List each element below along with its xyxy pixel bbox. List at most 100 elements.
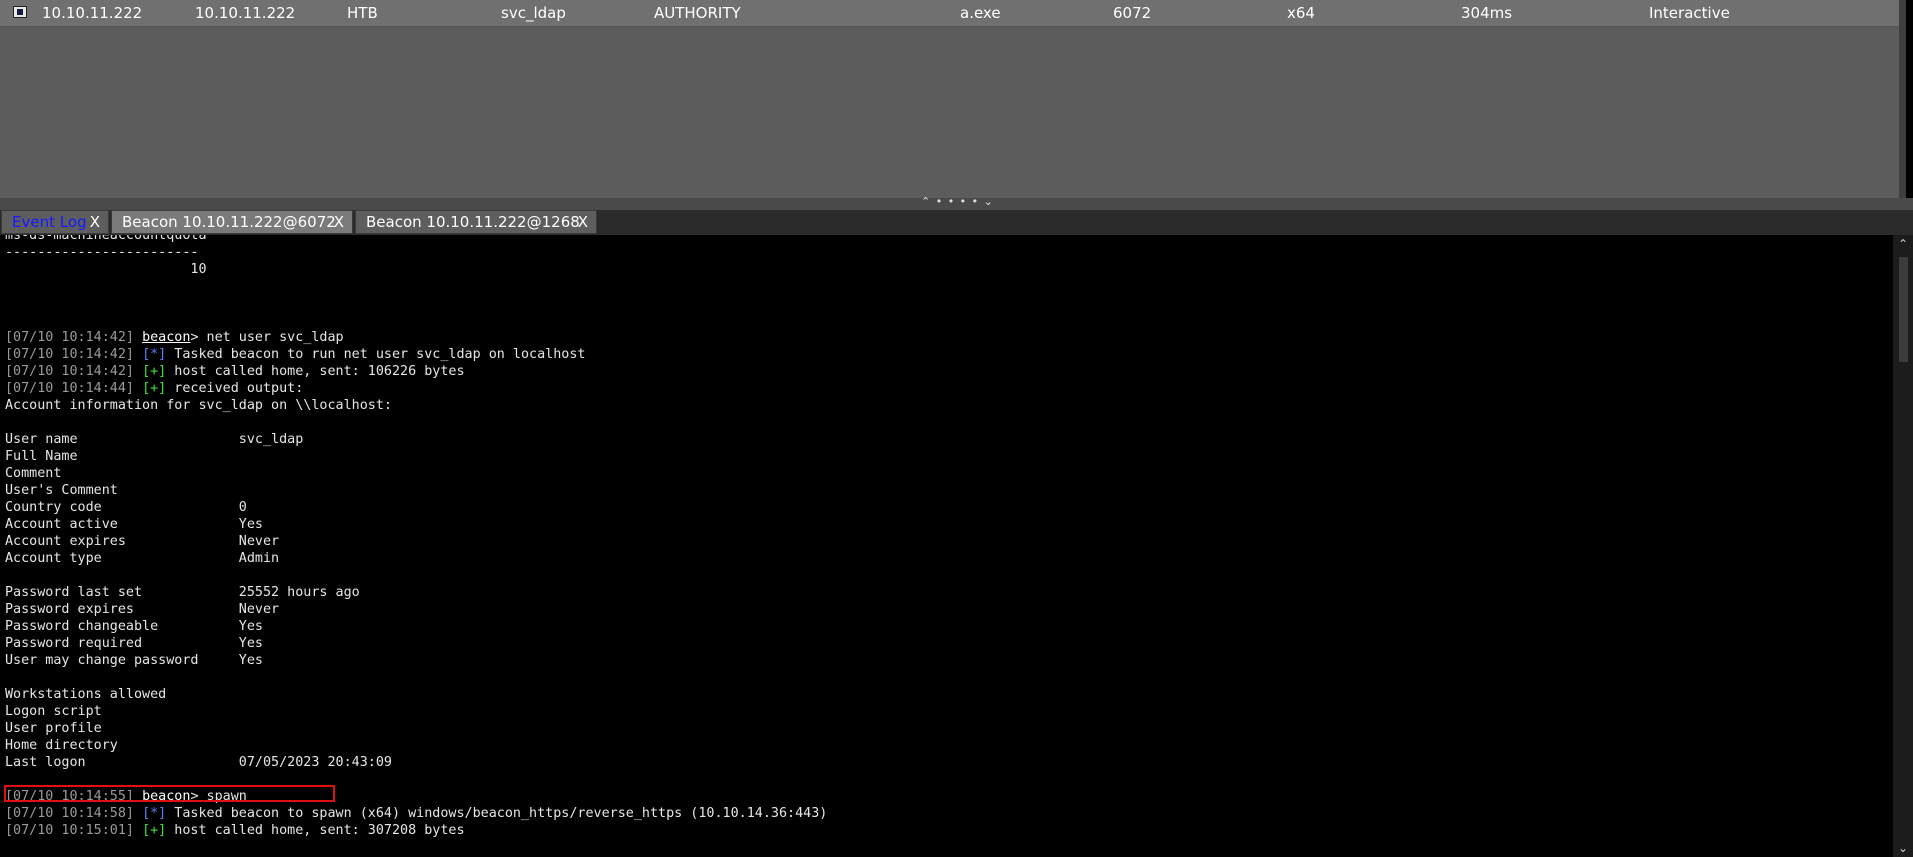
timestamp: [07/10 10:14:42] [5, 364, 134, 379]
console-text: User may change password Yes [5, 653, 263, 668]
tab-beacon-6072[interactable]: Beacon 10.10.11.222@6072 X [111, 210, 353, 234]
console-text: Password required Yes [5, 636, 263, 651]
console-line: Full Name [5, 448, 827, 465]
console-line: User name svc_ldap [5, 431, 827, 448]
console-text: ms-ds-machineaccountquota [5, 235, 207, 243]
console-text: Account active Yes [5, 517, 263, 532]
status-tag: [+] [142, 364, 167, 379]
session-arch: x64 [1287, 4, 1315, 22]
console-line: Country code 0 [5, 499, 827, 516]
beacon-prompt: beacon [142, 330, 191, 345]
session-row[interactable]: 10.10.11.222 10.10.11.222 HTB svc_ldap A… [0, 0, 1906, 27]
console-text: ------------------------ [5, 245, 199, 260]
console-line: 10 [5, 261, 827, 278]
console-line: ------------------------ [5, 244, 827, 261]
console-line: User's Comment [5, 482, 827, 499]
console-text: User profile [5, 721, 102, 736]
account-type-highlight [4, 785, 335, 802]
tab-bar: Event Log X Beacon 10.10.11.222@6072 X B… [0, 210, 1913, 235]
console-text: Tasked beacon to spawn (x64) windows/bea… [166, 806, 828, 821]
console-line: Home directory [5, 737, 827, 754]
tab-label: Event Log [12, 213, 87, 231]
session-mode: Interactive [1649, 4, 1730, 22]
console-text: Password last set 25552 hours ago [5, 585, 360, 600]
console-line: Account active Yes [5, 516, 827, 533]
console-text: Country code 0 [5, 500, 247, 515]
console-text: Account information for svc_ldap on \\lo… [5, 398, 392, 413]
console-text: Logon script [5, 704, 102, 719]
console-line: [07/10 10:14:44] [+] received output: [5, 380, 827, 397]
console-line: Account type Admin [5, 550, 827, 567]
console-text: Account type Admin [5, 551, 280, 566]
session-pid: 6072 [1113, 4, 1152, 22]
status-tag: [*] [142, 347, 167, 362]
close-icon[interactable]: X [90, 213, 100, 231]
beacon-console-output[interactable]: ms-ds-machineaccountquota ---------------… [0, 235, 1890, 857]
console-text: Tasked beacon to run net user svc_ldap o… [166, 347, 586, 362]
console-line: Password expires Never [5, 601, 827, 618]
timestamp: [07/10 10:15:01] [5, 823, 134, 838]
console-line: [07/10 10:14:42] [+] host called home, s… [5, 363, 827, 380]
status-tag: [+] [142, 381, 167, 396]
console-text: > net user svc_ldap [190, 330, 344, 345]
console-text: 10 [5, 262, 207, 277]
console-text: User name svc_ldap [5, 432, 304, 447]
console-line: Account information for svc_ldap on \\lo… [5, 397, 827, 414]
console-text: host called home, sent: 307208 bytes [166, 823, 465, 838]
computer-icon [13, 6, 27, 18]
console-text: Comment [5, 466, 62, 481]
tab-label: Beacon 10.10.11.222@6072 [122, 213, 336, 231]
console-text: Password expires Never [5, 602, 280, 617]
splitter-handle-icon[interactable]: ⌃ • • • • ⌄ [921, 195, 994, 208]
console-text: Account expires Never [5, 534, 280, 549]
tab-event-log[interactable]: Event Log X [1, 210, 109, 234]
console-line: [07/10 10:15:01] [+] host called home, s… [5, 822, 827, 839]
console-text: Password changeable Yes [5, 619, 263, 634]
console-line: User profile [5, 720, 827, 737]
session-external-ip: 10.10.11.222 [42, 4, 143, 22]
console-line: [07/10 10:14:58] [*] Tasked beacon to sp… [5, 805, 827, 822]
timestamp: [07/10 10:14:42] [5, 347, 134, 362]
close-icon[interactable]: X [578, 213, 588, 231]
console-text: received output: [166, 381, 304, 396]
session-user: svc_ldap [501, 4, 566, 22]
session-listener: HTB [347, 4, 378, 22]
session-process: a.exe [960, 4, 1001, 22]
console-line: Password required Yes [5, 635, 827, 652]
console-scrollbar[interactable]: ⌃ ⌄ [1893, 235, 1913, 857]
console-line: Account expires Never [5, 533, 827, 550]
console-line: Workstations allowed [5, 686, 827, 703]
console-line: Password last set 25552 hours ago [5, 584, 827, 601]
status-tag: [+] [142, 823, 167, 838]
console-line: Password changeable Yes [5, 618, 827, 635]
console-line: [07/10 10:14:42] [*] Tasked beacon to ru… [5, 346, 827, 363]
timestamp: [07/10 10:14:42] [5, 330, 134, 345]
session-computer: AUTHORITY [654, 4, 741, 22]
sessions-table: 10.10.11.222 10.10.11.222 HTB svc_ldap A… [0, 0, 1906, 198]
timestamp: [07/10 10:14:58] [5, 806, 134, 821]
scrollbar-thumb[interactable] [1899, 257, 1908, 362]
status-tag: [*] [142, 806, 167, 821]
console-lines: ms-ds-machineaccountquota ---------------… [5, 235, 827, 839]
console-text: Last logon 07/05/2023 20:43:09 [5, 755, 392, 770]
console-text: host called home, sent: 106226 bytes [166, 364, 465, 379]
console-line: [07/10 10:14:42] beacon> net user svc_ld… [5, 329, 827, 346]
console-line: ms-ds-machineaccountquota [5, 235, 827, 244]
console-line: Last logon 07/05/2023 20:43:09 [5, 754, 827, 771]
scroll-up-icon[interactable]: ⌃ [1896, 237, 1910, 251]
scroll-down-icon[interactable]: ⌄ [1896, 841, 1910, 855]
session-internal-ip: 10.10.11.222 [195, 4, 296, 22]
sessions-scrollbar[interactable] [1899, 0, 1906, 198]
close-icon[interactable]: X [334, 213, 344, 231]
tab-beacon-1268[interactable]: Beacon 10.10.11.222@1268 X [355, 210, 597, 234]
console-line: Logon script [5, 703, 827, 720]
pane-splitter[interactable]: ⌃ • • • • ⌄ [0, 195, 1913, 210]
session-last: 304ms [1461, 4, 1513, 22]
console-text: Home directory [5, 738, 118, 753]
console-text: Workstations allowed [5, 687, 167, 702]
console-text: Full Name [5, 449, 78, 464]
